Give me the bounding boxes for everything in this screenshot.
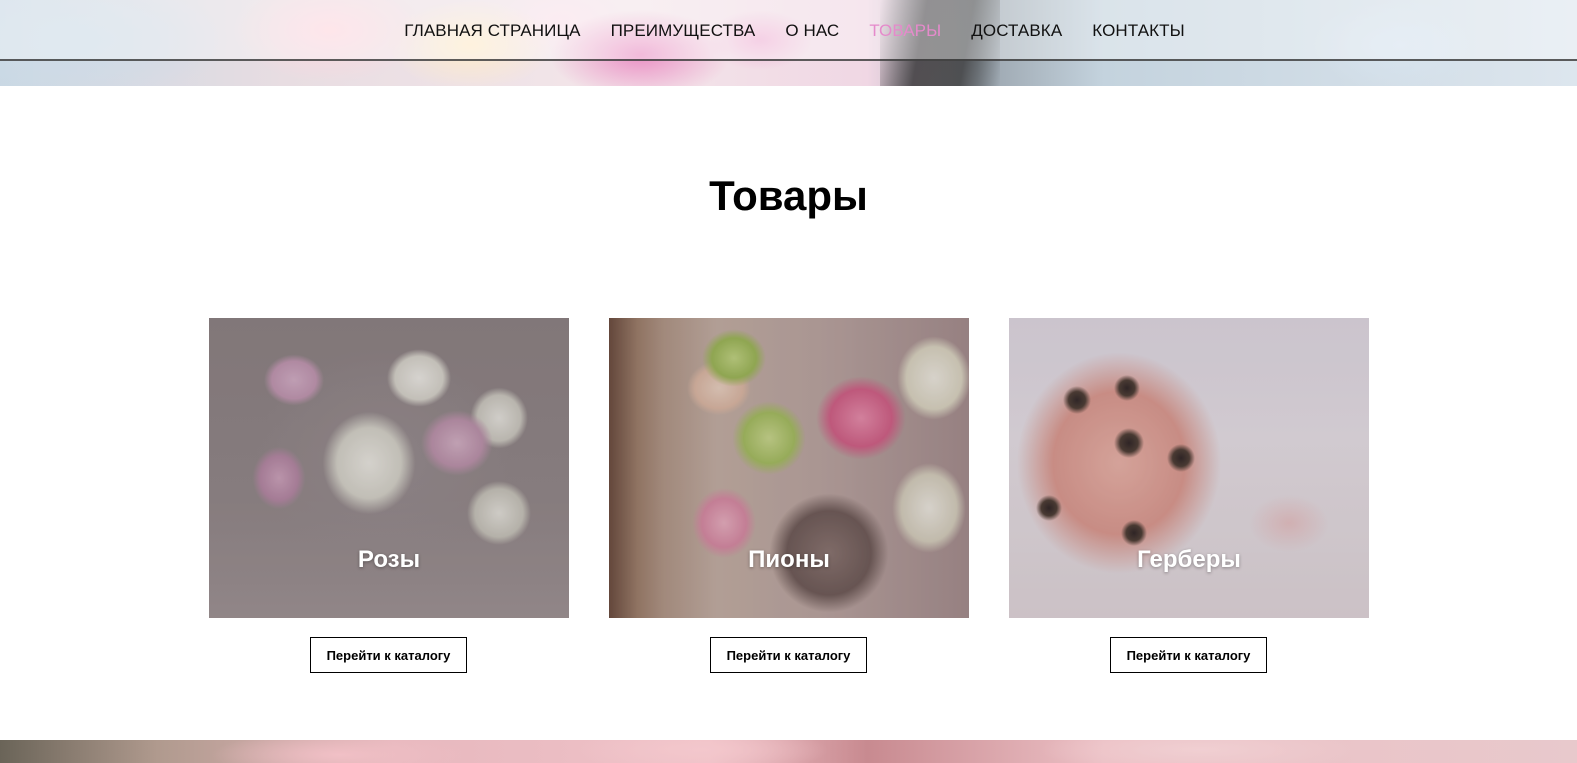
nav-item-contacts[interactable]: КОНТАКТЫ xyxy=(1092,21,1185,41)
section-title: Товары xyxy=(709,172,868,219)
product-card-peonies: Пионы Перейти к каталогу xyxy=(609,318,969,673)
nav-item-products[interactable]: ТОВАРЫ xyxy=(869,21,941,41)
nav-item-delivery[interactable]: ДОСТАВКА xyxy=(971,21,1062,41)
product-card-gerberas: Герберы Перейти к каталогу xyxy=(1009,318,1369,673)
footer-background-flowers xyxy=(0,740,1577,763)
nav-item-home[interactable]: ГЛАВНАЯ СТРАНИЦА xyxy=(404,21,580,41)
main-navigation: ГЛАВНАЯ СТРАНИЦА ПРЕИМУЩЕСТВА О НАС ТОВА… xyxy=(0,0,1577,61)
product-title: Пионы xyxy=(748,546,830,573)
nav-item-advantages[interactable]: ПРЕИМУЩЕСТВА xyxy=(611,21,756,41)
roses-image[interactable]: Розы xyxy=(209,318,569,618)
product-title: Герберы xyxy=(1137,546,1241,573)
peonies-image[interactable]: Пионы xyxy=(609,318,969,618)
catalog-button-gerberas[interactable]: Перейти к каталогу xyxy=(1110,637,1267,673)
nav-item-about[interactable]: О НАС xyxy=(785,21,839,41)
catalog-button-peonies[interactable]: Перейти к каталогу xyxy=(710,637,867,673)
gerberas-image[interactable]: Герберы xyxy=(1009,318,1369,618)
site-header: ГЛАВНАЯ СТРАНИЦА ПРЕИМУЩЕСТВА О НАС ТОВА… xyxy=(0,0,1577,86)
catalog-button-roses[interactable]: Перейти к каталогу xyxy=(310,637,467,673)
product-title: Розы xyxy=(357,546,421,573)
product-card-roses: Розы Перейти к каталогу xyxy=(209,318,569,673)
